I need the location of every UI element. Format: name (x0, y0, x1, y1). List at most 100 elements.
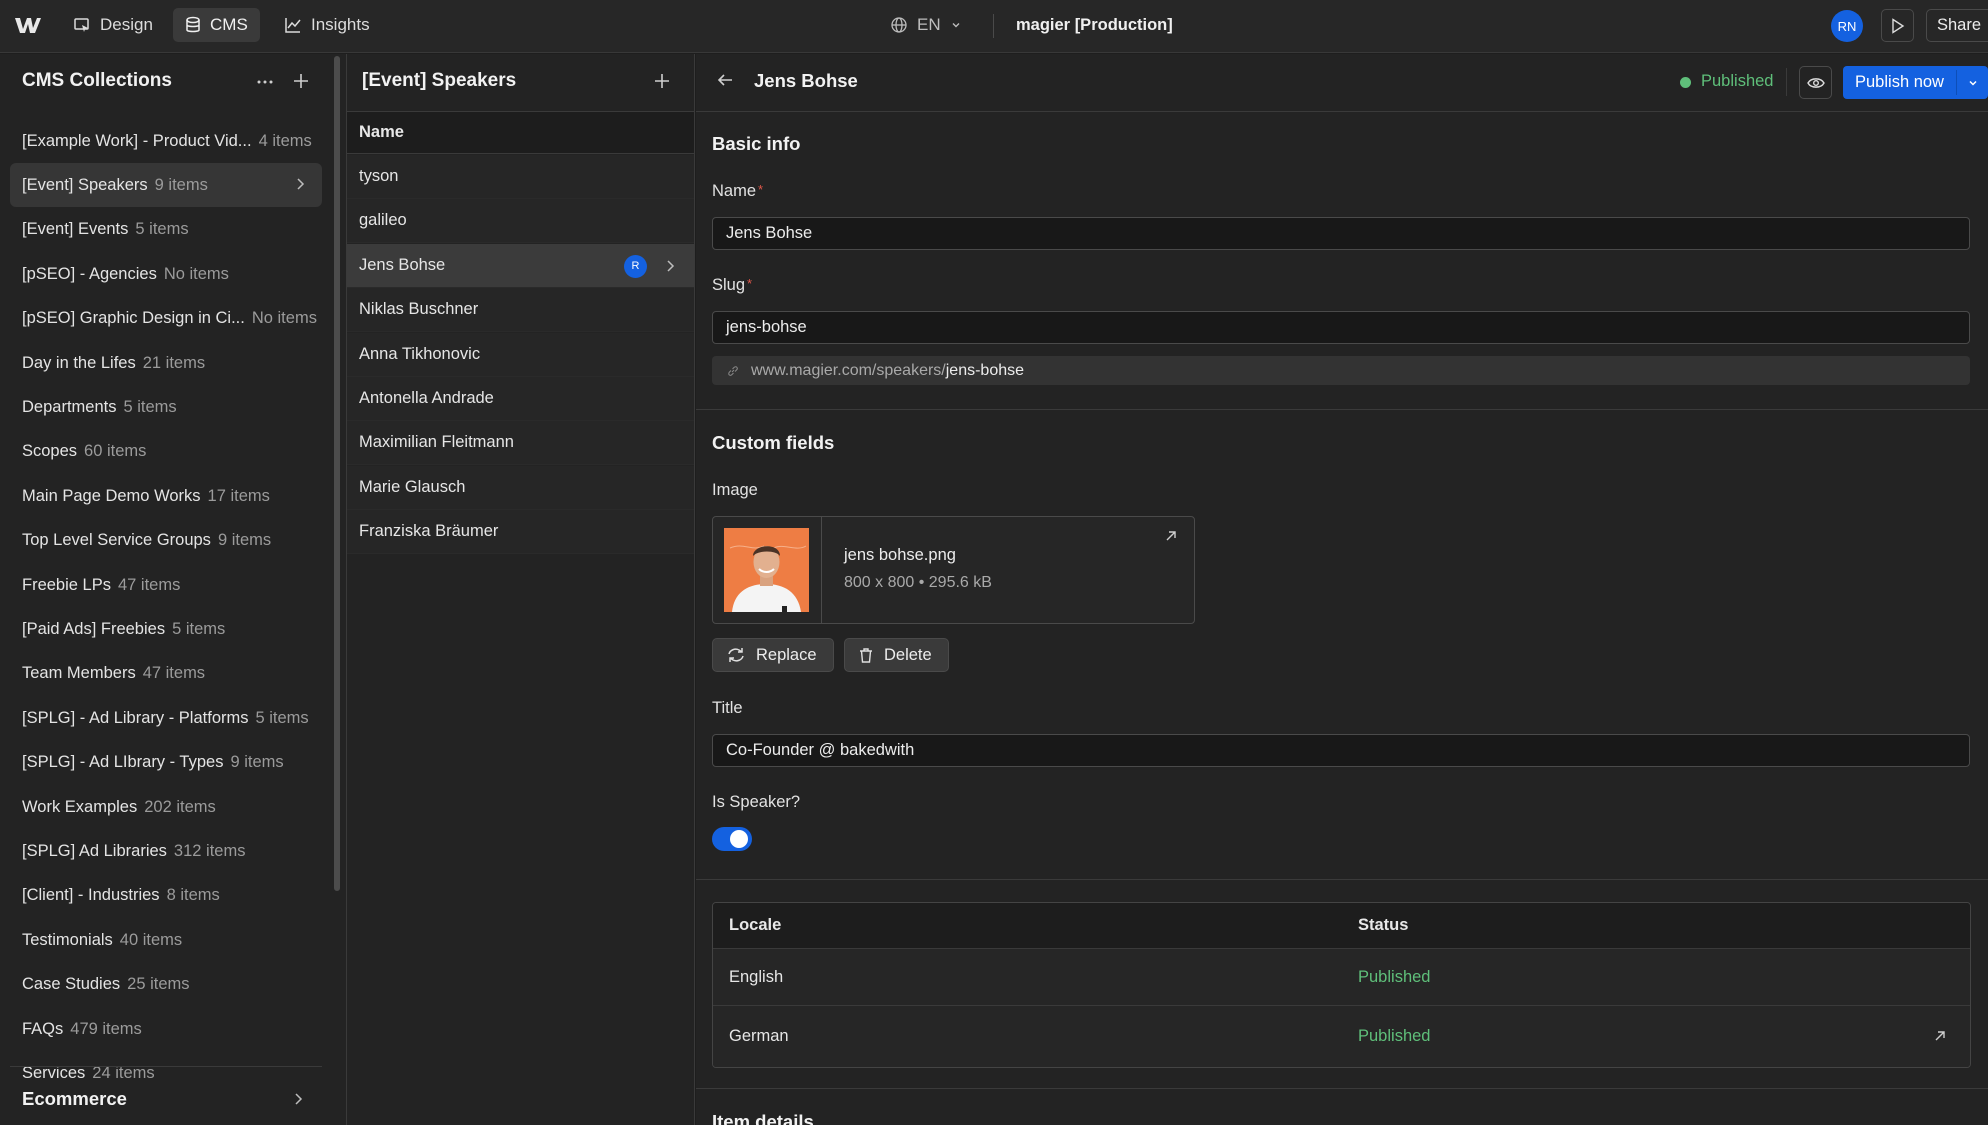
collection-item[interactable]: Departments 5 items (10, 385, 322, 429)
collection-item[interactable]: [SPLG] Ad Libraries 312 items (10, 829, 322, 873)
collection-item[interactable]: FAQs 479 items (10, 1007, 322, 1051)
collection-item[interactable]: [Event] Speakers 9 items (10, 163, 322, 208)
title-label: Title (712, 699, 743, 717)
ecommerce-label[interactable]: Ecommerce (22, 1088, 127, 1110)
collection-count: No items (163, 264, 229, 283)
collection-name: Main Page Demo Works (22, 486, 201, 505)
locale-status: Published (1358, 1027, 1431, 1045)
trash-icon (858, 647, 874, 664)
collection-name: [pSEO] - Agencies (22, 264, 157, 283)
collection-name: [Paid Ads] Freebies (22, 619, 166, 638)
delete-button[interactable]: Delete (844, 638, 949, 672)
collection-item[interactable]: Main Page Demo Works 17 items (10, 474, 322, 518)
collection-count: 47 items (142, 664, 206, 683)
item-name: Jens Bohse (359, 255, 446, 274)
list-item[interactable]: Anna Tikhonovic (347, 332, 694, 377)
collection-item[interactable]: Scopes 60 items (10, 430, 322, 474)
publish-button-group: Publish now (1843, 66, 1988, 99)
item-name: galileo (359, 211, 407, 230)
slug-field[interactable]: jens-bohse (712, 311, 1970, 344)
chevron-right-icon[interactable] (292, 1092, 304, 1106)
collection-item[interactable]: [Client] - Industries 8 items (10, 874, 322, 918)
name-field[interactable]: Jens Bohse (712, 217, 1970, 250)
collection-count: 5 items (172, 619, 226, 638)
chevron-right-icon (294, 177, 306, 191)
collection-name: Work Examples (22, 797, 138, 816)
add-item-icon[interactable] (653, 72, 671, 90)
tab-cms-label: CMS (210, 15, 248, 34)
column-header[interactable]: Name (347, 112, 694, 154)
chart-icon (284, 16, 302, 34)
back-arrow-icon[interactable] (716, 72, 734, 88)
status-badge: Published (1701, 72, 1774, 90)
table-row[interactable]: German Published (713, 1006, 1970, 1067)
collection-item[interactable]: [SPLG] - Ad LIbrary - Types 9 items (10, 741, 322, 785)
collection-count: 4 items (258, 131, 312, 150)
image-filename: jens bohse.png (844, 546, 956, 564)
replace-button[interactable]: Replace (712, 638, 834, 672)
scrollbar[interactable] (334, 56, 340, 891)
item-details-title: Item details (712, 1111, 814, 1125)
tab-design[interactable]: Design (61, 8, 165, 42)
title-field[interactable]: Co-Founder @ bakedwith (712, 734, 1970, 767)
avatar[interactable]: RN (1831, 10, 1863, 42)
collection-item[interactable]: Freebie LPs 47 items (10, 563, 322, 607)
table-row[interactable]: English Published (713, 949, 1970, 1006)
collection-item[interactable]: [Event] Events 5 items (10, 208, 322, 252)
is-speaker-toggle[interactable] (712, 827, 752, 851)
preview-button[interactable] (1881, 9, 1914, 42)
collection-item[interactable]: Top Level Service Groups 9 items (10, 519, 322, 563)
url-slug: jens-bohse (945, 361, 1025, 379)
list-item[interactable]: Jens Bohse R (347, 243, 694, 288)
webflow-logo-icon[interactable] (14, 14, 42, 36)
share-button[interactable]: Share (1926, 9, 1988, 42)
collection-item[interactable]: Team Members 47 items (10, 652, 322, 696)
collection-name: FAQs (22, 1019, 64, 1038)
locale-name: German (729, 1027, 789, 1045)
tab-cms[interactable]: CMS (173, 8, 260, 42)
collection-item[interactable]: Work Examples 202 items (10, 785, 322, 829)
collection-item[interactable]: Case Studies 25 items (10, 963, 322, 1007)
replace-label: Replace (756, 645, 817, 664)
speaker-photo[interactable] (724, 528, 809, 612)
column-header-label: Name (359, 123, 404, 141)
table-header-locale: Locale (729, 916, 782, 934)
locale-selector[interactable]: EN (878, 8, 974, 42)
design-icon (73, 16, 91, 34)
list-item[interactable]: Marie Glausch (347, 465, 694, 510)
list-item[interactable]: galileo (347, 199, 694, 244)
add-collection-icon[interactable] (292, 72, 310, 90)
divider (993, 14, 994, 38)
site-name[interactable]: magier [Production] (1016, 16, 1173, 35)
list-item[interactable]: Antonella Andrade (347, 377, 694, 421)
more-options-icon[interactable] (256, 73, 274, 91)
item-name: Franziska Bräumer (359, 522, 499, 541)
collection-item[interactable]: [pSEO] - Agencies No items (10, 252, 322, 296)
publish-options-button[interactable] (1957, 66, 1988, 99)
list-item[interactable]: Franziska Bräumer (347, 510, 694, 555)
list-item[interactable]: tyson (347, 155, 694, 199)
collection-name: Freebie LPs (22, 575, 111, 594)
collection-item[interactable]: [Example Work] - Product Vid... 4 items (10, 119, 322, 163)
tab-insights[interactable]: Insights (272, 8, 382, 42)
eye-icon (1806, 76, 1825, 90)
open-external-icon[interactable] (1933, 1029, 1947, 1043)
item-name: Maximilian Fleitmann (359, 433, 514, 452)
list-item[interactable]: Niklas Buschner (347, 288, 694, 333)
url-prefix: www.magier.com/speakers/ (751, 361, 946, 379)
collection-item[interactable]: [pSEO] Graphic Design in Ci... No items (10, 297, 322, 341)
publish-now-button[interactable]: Publish now (1843, 66, 1956, 99)
collection-item[interactable]: Day in the Lifes 21 items (10, 341, 322, 385)
open-external-icon[interactable] (1164, 529, 1178, 543)
collection-count: 25 items (127, 975, 190, 994)
status-dot-icon (1680, 77, 1691, 88)
collection-item[interactable]: Testimonials 40 items (10, 918, 322, 962)
collection-count: 17 items (207, 486, 270, 505)
collection-item[interactable]: [SPLG] - Ad Library - Platforms 5 items (10, 696, 322, 740)
collection-item[interactable]: [Paid Ads] Freebies 5 items (10, 607, 322, 651)
list-item[interactable]: Maximilian Fleitmann (347, 421, 694, 466)
collection-count: 8 items (166, 886, 220, 905)
delete-label: Delete (884, 645, 932, 664)
preview-item-button[interactable] (1799, 66, 1832, 99)
chevron-down-icon (950, 19, 962, 31)
